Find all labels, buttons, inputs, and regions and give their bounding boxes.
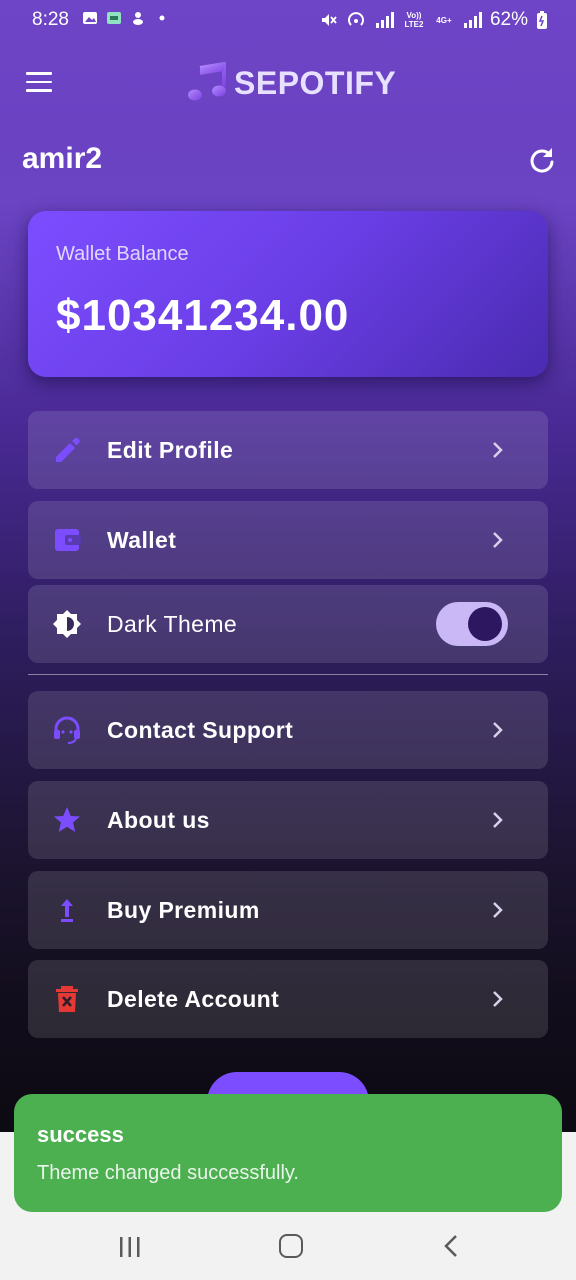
app-brand: SEPOTIFY xyxy=(186,62,396,104)
menu-divider xyxy=(28,674,548,675)
user-header: amir2 xyxy=(0,130,576,194)
wallet-balance-amount: $10341234.00 xyxy=(56,291,350,340)
success-snackbar: success Theme changed successfully. xyxy=(14,1094,562,1212)
wallet-balance-label: Wallet Balance xyxy=(56,243,189,265)
chevron-right-icon xyxy=(493,812,503,828)
dark-theme-toggle[interactable] xyxy=(436,602,508,646)
menu-item-wallet[interactable]: Wallet xyxy=(28,501,548,579)
app-bar: SEPOTIFY xyxy=(0,44,576,124)
hotspot-icon xyxy=(348,12,364,26)
toggle-knob xyxy=(468,607,502,641)
app-screen: 8:28 Vo)) LTE2 4G+ 62% SEPOTIFY amir2 Wa… xyxy=(0,0,576,1132)
mute-icon xyxy=(321,14,337,26)
menu-item-about-us[interactable]: About us xyxy=(28,781,548,859)
battery-icon xyxy=(537,11,547,29)
4g-label: 4G+ xyxy=(436,15,452,25)
menu-item-delete-account[interactable]: Delete Account xyxy=(28,960,548,1038)
chevron-right-icon xyxy=(493,442,503,458)
snackbar-message: Theme changed successfully. xyxy=(37,1162,299,1184)
app-notification-icon xyxy=(107,12,121,24)
menu-item-contact-support[interactable]: Contact Support xyxy=(28,691,548,769)
chevron-right-icon xyxy=(493,722,503,738)
more-dot-icon xyxy=(159,15,165,21)
notification-icons xyxy=(82,10,170,26)
snackbar-title: success xyxy=(37,1122,124,1147)
menu-item-label: Edit Profile xyxy=(107,437,234,463)
menu-item-label: Wallet xyxy=(107,527,177,553)
signal-icon-2 xyxy=(463,12,482,28)
assistant-icon xyxy=(133,12,143,25)
back-icon[interactable] xyxy=(442,1234,460,1258)
menu-item-dark-theme: Dark Theme xyxy=(28,585,548,663)
menu-item-label: About us xyxy=(107,807,210,833)
system-nav-bar xyxy=(0,1212,576,1280)
volte-label: Vo)) LTE2 xyxy=(404,11,424,29)
menu-item-buy-premium[interactable]: Buy Premium xyxy=(28,871,548,949)
refresh-icon[interactable] xyxy=(528,146,556,174)
wallet-balance-card: Wallet Balance $10341234.00 xyxy=(28,211,548,377)
chevron-right-icon xyxy=(493,991,503,1007)
wallet-icon xyxy=(55,529,81,551)
menu-item-label: Buy Premium xyxy=(107,897,260,923)
recent-apps-icon[interactable] xyxy=(118,1236,142,1258)
gallery-icon xyxy=(83,12,97,24)
upload-arrow-icon xyxy=(61,899,73,922)
battery-percent: 62% xyxy=(489,9,528,30)
app-title: SEPOTIFY xyxy=(234,64,397,101)
signal-icon-1 xyxy=(375,12,394,28)
headset-icon xyxy=(54,716,80,744)
delete-icon xyxy=(56,986,78,1012)
menu-item-label: Contact Support xyxy=(107,717,294,743)
brightness-icon xyxy=(53,610,81,638)
pencil-icon xyxy=(56,437,80,462)
hamburger-menu-icon[interactable] xyxy=(26,72,52,92)
music-note-icon xyxy=(188,62,226,101)
username: amir2 xyxy=(22,142,103,175)
menu-item-edit-profile[interactable]: Edit Profile xyxy=(28,411,548,489)
menu-item-label: Dark Theme xyxy=(107,611,238,637)
chevron-right-icon xyxy=(493,532,503,548)
status-time: 8:28 xyxy=(32,9,69,30)
status-bar: 8:28 Vo)) LTE2 4G+ 62% xyxy=(0,0,576,44)
star-icon xyxy=(54,807,80,832)
chevron-right-icon xyxy=(493,902,503,918)
status-right: Vo)) LTE2 4G+ 62% xyxy=(320,9,548,31)
home-icon[interactable] xyxy=(279,1234,303,1258)
menu-item-label: Delete Account xyxy=(107,986,280,1012)
